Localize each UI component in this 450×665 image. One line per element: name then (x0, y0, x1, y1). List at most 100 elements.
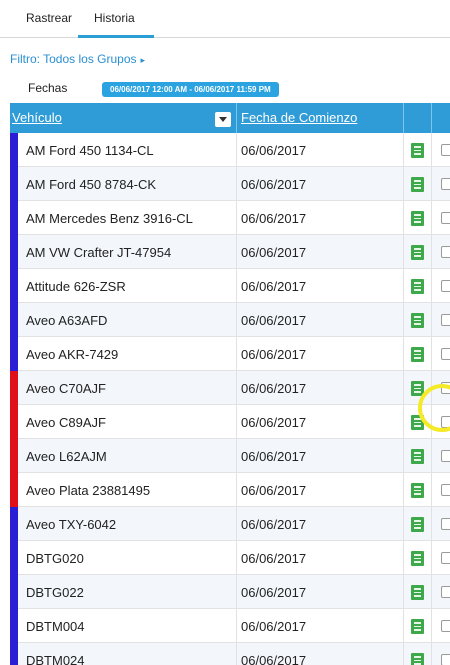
report-document-icon[interactable] (411, 143, 424, 158)
report-document-icon[interactable] (411, 653, 424, 665)
report-document-icon[interactable] (411, 211, 424, 226)
table-row[interactable]: DBTM004 06/06/2017 (10, 609, 450, 643)
row-checkbox[interactable] (441, 314, 450, 326)
cell-divider (236, 405, 237, 439)
row-checkbox[interactable] (441, 450, 450, 462)
vehicle-status-bar (10, 643, 18, 665)
chevron-down-icon (219, 117, 227, 122)
vehicle-status-bar (10, 337, 18, 371)
report-document-icon[interactable] (411, 313, 424, 328)
cell-divider (431, 507, 432, 541)
report-document-icon[interactable] (411, 381, 424, 396)
cell-divider (236, 269, 237, 303)
column-divider (236, 103, 237, 133)
row-checkbox[interactable] (441, 348, 450, 360)
report-document-icon[interactable] (411, 347, 424, 362)
vehicle-name: AM Mercedes Benz 3916-CL (26, 211, 193, 226)
cell-divider (431, 201, 432, 235)
report-document-icon[interactable] (411, 415, 424, 430)
table-row[interactable]: Aveo C70AJF 06/06/2017 (10, 371, 450, 405)
table-row[interactable]: Aveo TXY-6042 06/06/2017 (10, 507, 450, 541)
start-date: 06/06/2017 (241, 279, 307, 294)
row-checkbox[interactable] (441, 586, 450, 598)
report-document-icon[interactable] (411, 245, 424, 260)
table-row[interactable]: AM VW Crafter JT-47954 06/06/2017 (10, 235, 450, 269)
vehicle-name: Aveo A63AFD (26, 313, 108, 328)
tab-rastrear[interactable]: Rastrear (26, 11, 72, 25)
row-checkbox[interactable] (441, 144, 450, 156)
report-document-icon[interactable] (411, 177, 424, 192)
vehicle-status-bar (10, 269, 18, 303)
cell-divider (431, 609, 432, 643)
report-document-icon[interactable] (411, 517, 424, 532)
cell-divider (236, 167, 237, 201)
table-row[interactable]: DBTM024 06/06/2017 (10, 643, 450, 665)
row-checkbox[interactable] (441, 654, 450, 665)
row-checkbox[interactable] (441, 518, 450, 530)
row-checkbox[interactable] (441, 416, 450, 428)
tab-historia[interactable]: Historia (94, 11, 135, 25)
table-row[interactable]: AM Ford 450 1134-CL 06/06/2017 (10, 133, 450, 167)
cell-divider (403, 609, 404, 643)
table-row[interactable]: Aveo A63AFD 06/06/2017 (10, 303, 450, 337)
report-document-icon[interactable] (411, 483, 424, 498)
cell-divider (236, 133, 237, 167)
cell-divider (236, 303, 237, 337)
report-document-icon[interactable] (411, 279, 424, 294)
date-range-button[interactable]: 06/06/2017 12:00 AM - 06/06/2017 11:59 P… (102, 82, 279, 97)
vehicle-status-bar (10, 405, 18, 439)
table-row[interactable]: AM Mercedes Benz 3916-CL 06/06/2017 (10, 201, 450, 235)
table-row[interactable]: Aveo L62AJM 06/06/2017 (10, 439, 450, 473)
row-checkbox[interactable] (441, 246, 450, 258)
report-document-icon[interactable] (411, 585, 424, 600)
cell-divider (431, 575, 432, 609)
vehicle-name: Aveo AKR-7429 (26, 347, 119, 362)
cell-divider (431, 405, 432, 439)
vehicle-name: DBTG020 (26, 551, 84, 566)
table-row[interactable]: Aveo C89AJF 06/06/2017 (10, 405, 450, 439)
table-row[interactable]: Aveo AKR-7429 06/06/2017 (10, 337, 450, 371)
cell-divider (403, 439, 404, 473)
report-document-icon[interactable] (411, 449, 424, 464)
start-date: 06/06/2017 (241, 347, 307, 362)
column-divider (403, 103, 404, 133)
cell-divider (403, 303, 404, 337)
table-row[interactable]: DBTG022 06/06/2017 (10, 575, 450, 609)
vehicle-name: DBTM024 (26, 653, 85, 665)
report-document-icon[interactable] (411, 619, 424, 634)
table-row[interactable]: Aveo Plata 23881495 06/06/2017 (10, 473, 450, 507)
cell-divider (403, 405, 404, 439)
start-date: 06/06/2017 (241, 211, 307, 226)
cell-divider (236, 541, 237, 575)
row-checkbox[interactable] (441, 382, 450, 394)
start-date: 06/06/2017 (241, 313, 307, 328)
vehicle-name: AM Ford 450 1134-CL (26, 143, 154, 158)
cell-divider (236, 235, 237, 269)
table-row[interactable]: DBTG020 06/06/2017 (10, 541, 450, 575)
cell-divider (431, 541, 432, 575)
start-date: 06/06/2017 (241, 449, 307, 464)
row-checkbox[interactable] (441, 178, 450, 190)
row-checkbox[interactable] (441, 484, 450, 496)
cell-divider (431, 371, 432, 405)
cell-divider (236, 439, 237, 473)
table-row[interactable]: Attitude 626-ZSR 06/06/2017 (10, 269, 450, 303)
row-checkbox[interactable] (441, 620, 450, 632)
vehicle-column-dropdown[interactable] (215, 112, 231, 127)
report-document-icon[interactable] (411, 551, 424, 566)
start-date: 06/06/2017 (241, 517, 307, 532)
row-checkbox[interactable] (441, 552, 450, 564)
cell-divider (431, 235, 432, 269)
vehicle-column-header[interactable]: Vehículo (12, 110, 62, 125)
row-checkbox[interactable] (441, 212, 450, 224)
cell-divider (403, 167, 404, 201)
start-date-column-header[interactable]: Fecha de Comienzo (241, 110, 357, 125)
group-filter-link[interactable]: Filtro: Todos los Grupos ▸ (10, 52, 145, 66)
table-row[interactable]: AM Ford 450 8784-CK 06/06/2017 (10, 167, 450, 201)
vehicle-table: Vehículo Fecha de Comienzo AM Ford 450 1… (10, 103, 450, 665)
vehicle-status-bar (10, 609, 18, 643)
table-header: Vehículo Fecha de Comienzo (10, 103, 450, 133)
cell-divider (403, 235, 404, 269)
cell-divider (403, 541, 404, 575)
row-checkbox[interactable] (441, 280, 450, 292)
